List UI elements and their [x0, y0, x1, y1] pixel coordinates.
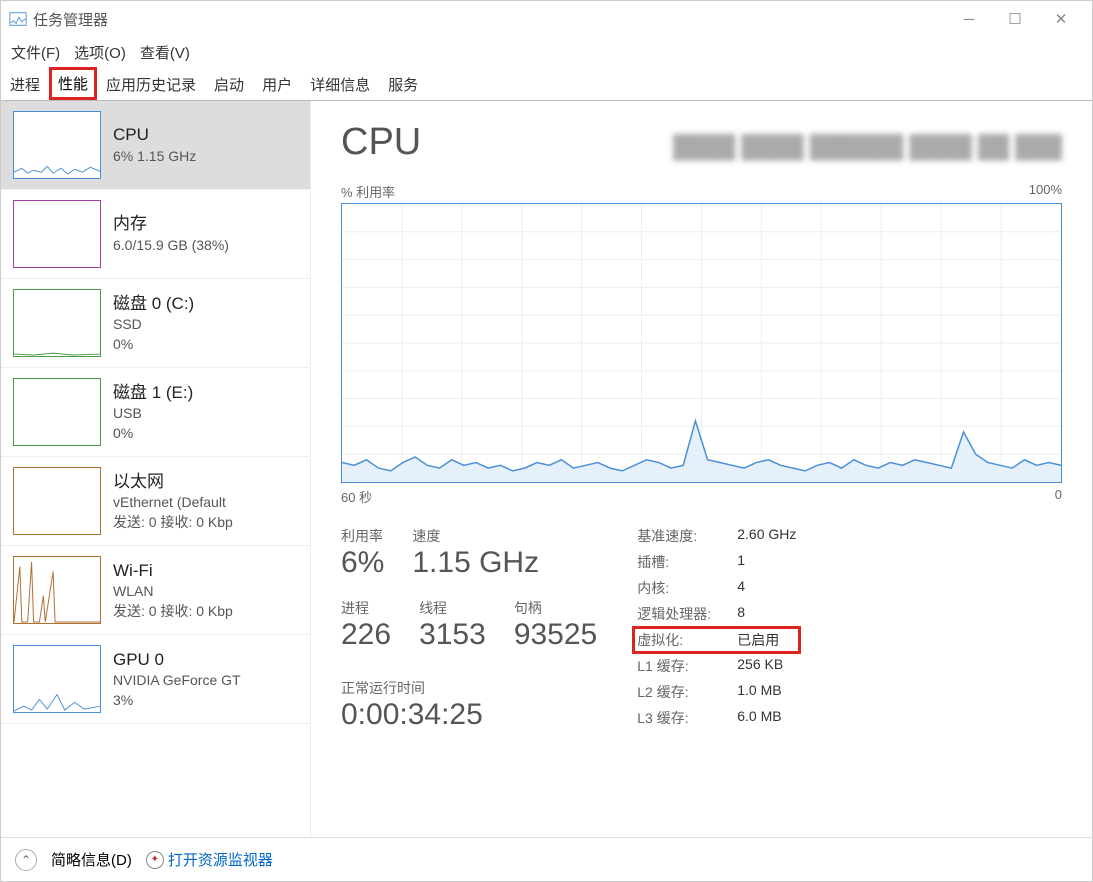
tab-startup[interactable]: 启动 — [205, 67, 253, 100]
sidebar-cpu-title: CPU — [113, 123, 196, 147]
menu-options[interactable]: 选项(O) — [74, 42, 126, 63]
l1-value: 256 KB — [737, 656, 783, 676]
sidebar-eth-title: 以太网 — [113, 470, 233, 494]
compass-icon: ✦ — [146, 851, 164, 869]
sidebar-eth-sub2: 发送: 0 接收: 0 Kbp — [113, 513, 233, 533]
sockets-value: 1 — [737, 552, 745, 572]
titlebar[interactable]: 任务管理器 ─ ☐ ✕ — [1, 1, 1092, 37]
speed-label: 速度 — [412, 526, 539, 546]
l3-value: 6.0 MB — [737, 708, 781, 728]
logical-value: 8 — [737, 604, 745, 624]
sidebar-item-cpu[interactable]: CPU 6% 1.15 GHz — [1, 101, 310, 190]
tab-history[interactable]: 应用历史记录 — [97, 67, 205, 100]
menubar: 文件(F) 选项(O) 查看(V) — [1, 37, 1092, 67]
sidebar-item-disk0[interactable]: 磁盘 0 (C:) SSD 0% — [1, 279, 310, 368]
thread-value: 3153 — [419, 618, 486, 652]
menu-view[interactable]: 查看(V) — [140, 42, 190, 63]
footer: ⌃ 简略信息(D) ✦ 打开资源监视器 — [1, 837, 1092, 881]
simple-view-button[interactable]: 简略信息(D) — [51, 849, 132, 870]
util-label: 利用率 — [341, 526, 384, 546]
sidebar-wifi-sub1: WLAN — [113, 582, 233, 602]
sidebar-disk1-sub1: USB — [113, 404, 193, 424]
cpu-chart — [341, 203, 1062, 483]
wifi-thumb — [13, 556, 101, 624]
l3-label: L3 缓存: — [637, 708, 737, 728]
ethernet-thumb — [13, 467, 101, 535]
sidebar-gpu-title: GPU 0 — [113, 648, 241, 672]
page-title: CPU — [341, 121, 421, 164]
minimize-button[interactable]: ─ — [946, 3, 992, 35]
handle-value: 93525 — [514, 618, 597, 652]
sidebar-disk0-sub1: SSD — [113, 315, 194, 335]
content: CPU 6% 1.15 GHz 内存 6.0/15.9 GB (38%) 磁盘 … — [1, 101, 1092, 837]
sidebar-disk1-title: 磁盘 1 (E:) — [113, 381, 193, 405]
tabbar: 进程 性能 应用历史记录 启动 用户 详细信息 服务 — [1, 67, 1092, 101]
chevron-up-icon[interactable]: ⌃ — [15, 849, 37, 871]
chart-xleft: 60 秒 — [341, 487, 372, 506]
sidebar-eth-sub1: vEthernet (Default — [113, 493, 233, 513]
sidebar-gpu-sub1: NVIDIA GeForce GT — [113, 671, 241, 691]
tab-services[interactable]: 服务 — [379, 67, 427, 100]
disk1-thumb — [13, 378, 101, 446]
sidebar-gpu-sub2: 3% — [113, 691, 241, 711]
chart-ymax: 100% — [1029, 182, 1062, 201]
chart-ylabel: % 利用率 — [341, 182, 395, 201]
l2-label: L2 缓存: — [637, 682, 737, 702]
base-speed-label: 基准速度: — [637, 526, 737, 546]
gpu-thumb — [13, 645, 101, 713]
l2-value: 1.0 MB — [737, 682, 781, 702]
open-resource-monitor-link[interactable]: 打开资源监视器 — [168, 849, 273, 870]
cpu-model-blurred: ████ ████ ██████ ████ ██ ███ — [421, 134, 1062, 160]
sidebar-wifi-sub2: 发送: 0 接收: 0 Kbp — [113, 602, 233, 622]
maximize-button[interactable]: ☐ — [992, 3, 1038, 35]
tab-users[interactable]: 用户 — [253, 67, 301, 100]
virtualization-value: 已启用 — [737, 630, 779, 650]
util-value: 6% — [341, 546, 384, 580]
sidebar-disk0-sub2: 0% — [113, 335, 194, 355]
task-manager-window: 任务管理器 ─ ☐ ✕ 文件(F) 选项(O) 查看(V) 进程 性能 应用历史… — [0, 0, 1093, 882]
sidebar[interactable]: CPU 6% 1.15 GHz 内存 6.0/15.9 GB (38%) 磁盘 … — [1, 101, 311, 837]
uptime-value: 0:00:34:25 — [341, 698, 597, 732]
sidebar-item-ethernet[interactable]: 以太网 vEthernet (Default 发送: 0 接收: 0 Kbp — [1, 457, 310, 546]
sockets-label: 插槽: — [637, 552, 737, 572]
sidebar-item-disk1[interactable]: 磁盘 1 (E:) USB 0% — [1, 368, 310, 457]
memory-thumb — [13, 200, 101, 268]
app-icon — [9, 10, 27, 28]
tab-processes[interactable]: 进程 — [1, 67, 49, 100]
sidebar-item-wifi[interactable]: Wi-Fi WLAN 发送: 0 接收: 0 Kbp — [1, 546, 310, 635]
sidebar-item-gpu[interactable]: GPU 0 NVIDIA GeForce GT 3% — [1, 635, 310, 724]
menu-file[interactable]: 文件(F) — [11, 42, 60, 63]
window-title: 任务管理器 — [33, 9, 108, 30]
speed-value: 1.15 GHz — [412, 546, 539, 580]
sidebar-disk0-title: 磁盘 0 (C:) — [113, 292, 194, 316]
l1-label: L1 缓存: — [637, 656, 737, 676]
proc-label: 进程 — [341, 598, 391, 618]
sidebar-disk1-sub2: 0% — [113, 424, 193, 444]
handle-label: 句柄 — [514, 598, 597, 618]
cores-label: 内核: — [637, 578, 737, 598]
proc-value: 226 — [341, 618, 391, 652]
sidebar-mem-sub: 6.0/15.9 GB (38%) — [113, 236, 229, 256]
tab-details[interactable]: 详细信息 — [301, 67, 379, 100]
sidebar-cpu-sub: 6% 1.15 GHz — [113, 147, 196, 167]
thread-label: 线程 — [419, 598, 486, 618]
main-panel: CPU ████ ████ ██████ ████ ██ ███ % 利用率 1… — [311, 101, 1092, 837]
chart-xright: 0 — [1055, 487, 1062, 506]
close-button[interactable]: ✕ — [1038, 3, 1084, 35]
uptime-label: 正常运行时间 — [341, 678, 597, 698]
sidebar-item-memory[interactable]: 内存 6.0/15.9 GB (38%) — [1, 190, 310, 279]
logical-label: 逻辑处理器: — [637, 604, 737, 624]
disk0-thumb — [13, 289, 101, 357]
sidebar-wifi-title: Wi-Fi — [113, 559, 233, 583]
tab-performance[interactable]: 性能 — [49, 67, 97, 100]
sidebar-mem-title: 内存 — [113, 212, 229, 236]
cpu-thumb — [13, 111, 101, 179]
virtualization-label: 虚拟化: — [637, 630, 737, 650]
cores-value: 4 — [737, 578, 745, 598]
base-speed-value: 2.60 GHz — [737, 526, 796, 546]
